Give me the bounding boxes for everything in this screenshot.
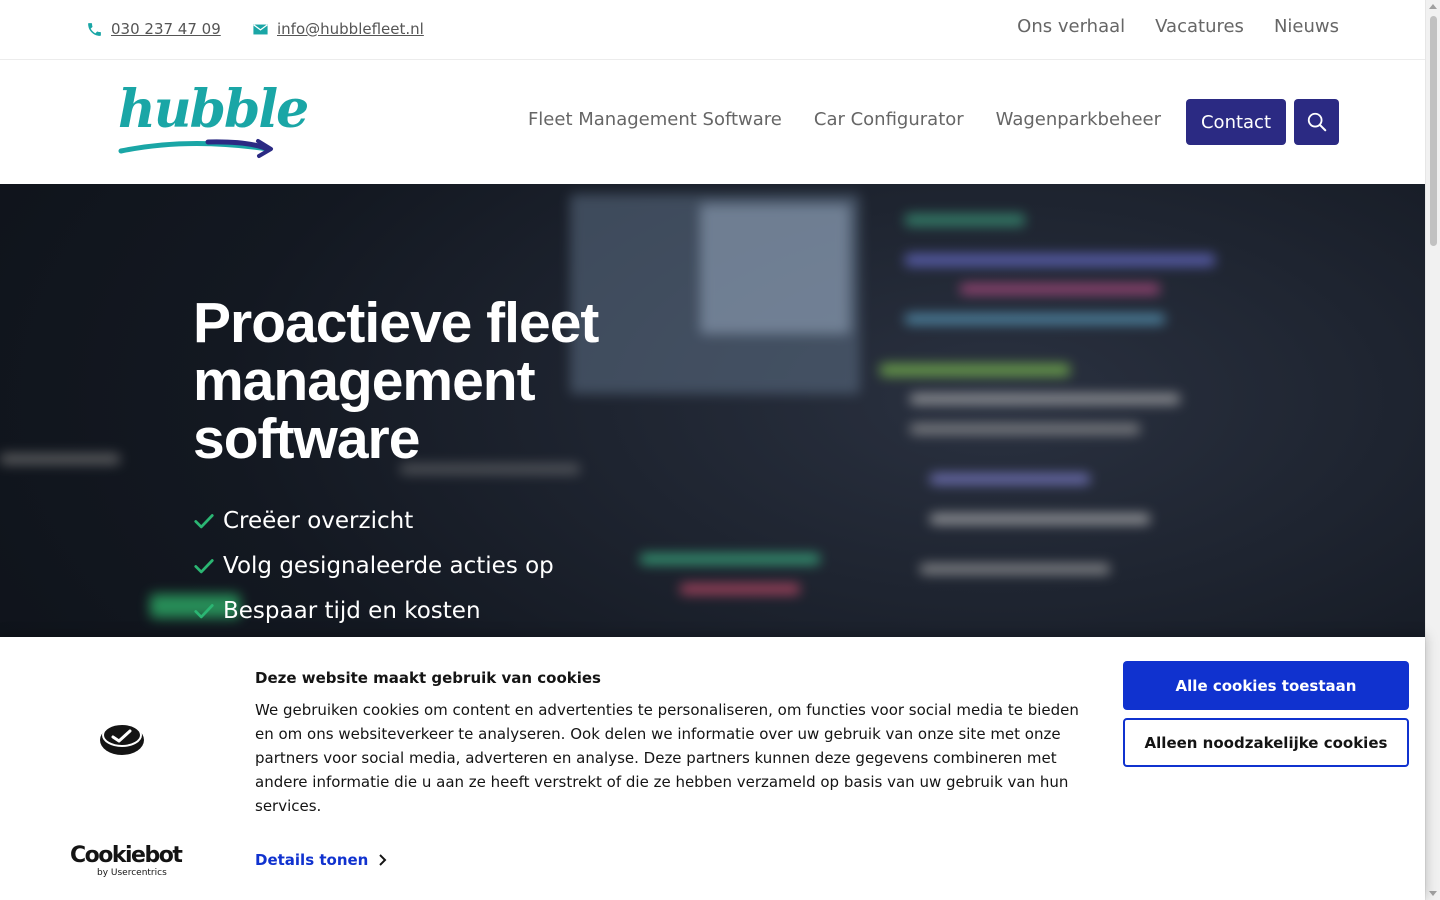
details-toggle-link[interactable]: Details tonen: [255, 851, 388, 869]
check-icon: [194, 513, 214, 528]
nav-fleet-management-software[interactable]: Fleet Management Software: [528, 109, 782, 130]
scroll-down-arrow-icon[interactable]: [1429, 891, 1437, 896]
phone-number: 030 237 47 09: [111, 20, 221, 38]
cookie-description: We gebruiken cookies om content en adver…: [255, 701, 1079, 815]
benefit-label: Creëer overzicht: [223, 507, 414, 534]
nav-ons-verhaal[interactable]: Ons verhaal: [1017, 16, 1125, 37]
check-icon: [194, 558, 214, 573]
phone-icon: [88, 22, 101, 36]
necessary-cookies-button[interactable]: Alleen noodzakelijke cookies: [1123, 718, 1409, 767]
cookiebot-logo-icon: [100, 723, 144, 755]
nav-car-configurator[interactable]: Car Configurator: [814, 109, 964, 130]
search-button[interactable]: [1294, 99, 1339, 145]
contact-button[interactable]: Contact: [1186, 99, 1286, 145]
hubble-logo[interactable]: hubble: [118, 79, 309, 159]
scroll-up-arrow-icon[interactable]: [1429, 4, 1437, 9]
mail-icon: [253, 23, 268, 34]
cookie-title: Deze website maakt gebruik van cookies: [255, 669, 601, 687]
nav-vacatures[interactable]: Vacatures: [1155, 16, 1244, 37]
benefit-label: Bespaar tijd en kosten: [223, 597, 481, 624]
email-address: info@hubblefleet.nl: [277, 20, 424, 38]
logo-arrow-icon: [118, 139, 273, 158]
scrollbar-thumb[interactable]: [1430, 16, 1437, 246]
nav-wagenparkbeheer[interactable]: Wagenparkbeheer: [996, 109, 1161, 130]
main-nav: Fleet Management Software Car Configurat…: [528, 109, 1161, 130]
cookiebot-brand: Cookiebot by Usercentrics: [70, 843, 183, 879]
nav-nieuws[interactable]: Nieuws: [1274, 16, 1339, 37]
top-nav: Ons verhaal Vacatures Nieuws: [1017, 16, 1339, 37]
benefit-label: Volg gesignaleerde acties op: [223, 552, 554, 579]
page-scrollbar[interactable]: [1425, 0, 1440, 900]
cookie-banner: Cookiebot by Usercentrics Deze website m…: [0, 637, 1425, 900]
check-icon: [194, 603, 214, 618]
chevron-right-icon: [379, 854, 387, 866]
email-link[interactable]: info@hubblefleet.nl: [252, 20, 424, 38]
search-icon: [1307, 112, 1326, 132]
phone-link[interactable]: 030 237 47 09: [86, 20, 221, 38]
list-item: Bespaar tijd en kosten: [193, 588, 554, 633]
cookiebot-name: Cookiebot: [70, 843, 183, 868]
list-item: Volg gesignaleerde acties op: [193, 543, 554, 588]
list-item: Creëer overzicht: [193, 498, 554, 543]
main-header: hubble Fleet Management Software Car Con…: [0, 61, 1425, 184]
hero-benefits-list: Creëer overzicht Volg gesignaleerde acti…: [193, 498, 554, 633]
top-bar: 030 237 47 09 info@hubblefleet.nl Ons ve…: [0, 0, 1425, 60]
hero-title: Proactieve fleet management software: [193, 291, 599, 471]
details-label: Details tonen: [255, 851, 369, 869]
cookiebot-sub: by Usercentrics: [97, 868, 167, 878]
allow-all-cookies-button[interactable]: Alle cookies toestaan: [1123, 661, 1409, 710]
